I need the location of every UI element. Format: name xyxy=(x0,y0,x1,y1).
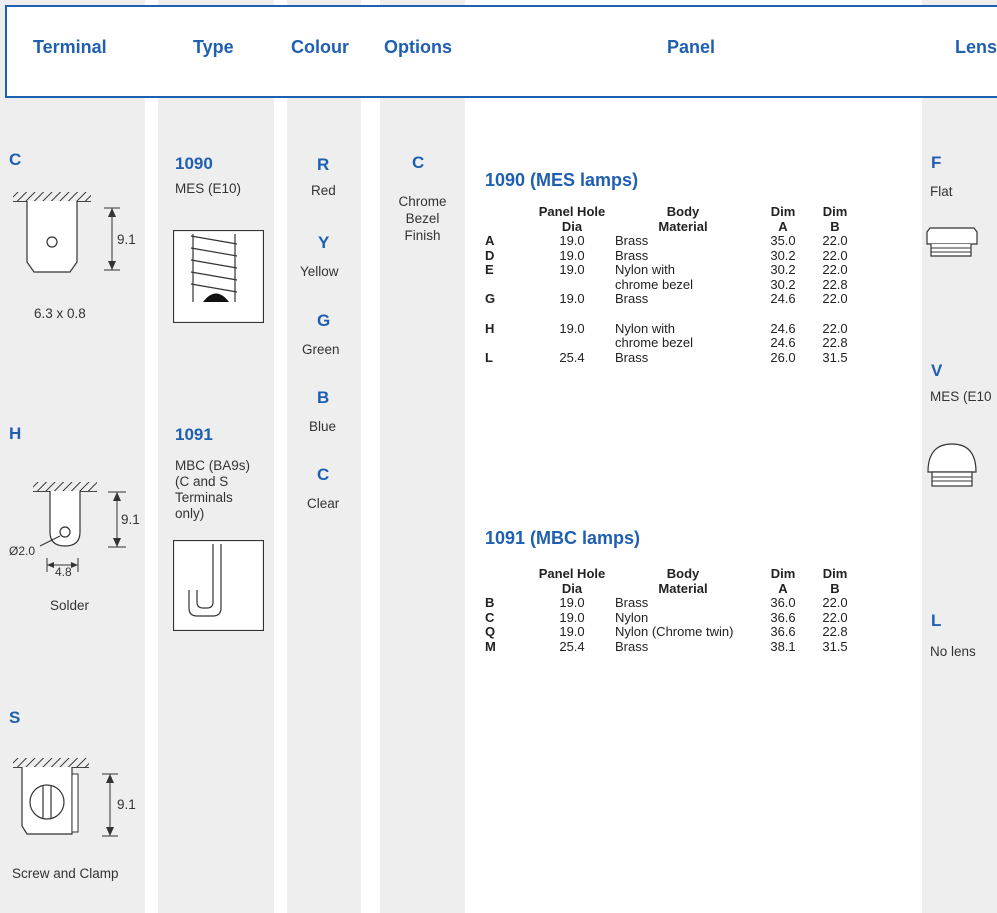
header-colour: Colour xyxy=(291,37,349,57)
table-row: G 19.0 Brass 24.6 22.0 xyxy=(485,291,848,306)
colour-c-name: Clear xyxy=(307,496,340,511)
hdr-hole-2: Dia xyxy=(561,219,583,234)
lens-f-code: F xyxy=(931,153,942,172)
colour-b-name: Blue xyxy=(309,419,337,434)
terminal-c-dim: 9.1 xyxy=(117,232,136,247)
table-row: E 19.0 Nylon with 30.2 22.0 xyxy=(485,262,848,277)
terminal-s-caption: Screw and Clamp xyxy=(12,866,119,881)
hdr-body-1: Body xyxy=(666,204,700,219)
type-column-bg xyxy=(158,0,274,913)
header-terminal: Terminal xyxy=(33,37,107,57)
lamp-mbc-diagram xyxy=(173,540,264,631)
colour-r-code: R xyxy=(317,155,330,174)
hdr-dimb-2: B xyxy=(830,219,840,234)
colour-g-name: Green xyxy=(302,342,340,357)
terminal-h-code: H xyxy=(9,424,22,443)
lens-flat-icon xyxy=(926,227,978,257)
colour-b-code: B xyxy=(317,388,330,407)
type-1090-desc: MES (E10) xyxy=(175,181,242,196)
type-1091-desc-1: MBC (BA9s) xyxy=(175,458,251,473)
terminal-s-dim: 9.1 xyxy=(117,797,136,812)
type-1091-code: 1091 xyxy=(175,425,213,444)
colour-g-code: G xyxy=(317,311,331,330)
panel-mbc-header-row: Panel Hole Body Dim Dim xyxy=(538,566,848,581)
header-type: Type xyxy=(193,37,234,57)
panel-mbc-title: 1091 (MBC lamps) xyxy=(485,528,641,548)
hdr-dimb-1: Dim xyxy=(822,204,848,219)
type-1091-desc-4: only) xyxy=(175,506,205,521)
lens-l-code: L xyxy=(931,611,942,630)
lens-dome-icon xyxy=(927,443,977,487)
terminal-s-code: S xyxy=(9,708,21,727)
panel-mes-header-row: Panel Hole Body Dim Dim xyxy=(485,204,855,219)
colour-c-code: C xyxy=(317,465,330,484)
lens-v-name: MES (E10 xyxy=(930,389,992,404)
type-1090-code: 1090 xyxy=(175,154,213,173)
colour-column-bg xyxy=(287,0,361,913)
lens-f-name: Flat xyxy=(930,184,953,199)
hdr-body-2: Material xyxy=(658,219,708,234)
table-row: chrome bezel 30.2 22.8 xyxy=(615,276,848,292)
colour-y-code: Y xyxy=(318,233,330,252)
header-options: Options xyxy=(384,37,452,57)
panel-mbc-header-row-2: Dia Material A B xyxy=(561,581,840,596)
table-row: M 25.4 Brass 38.1 31.5 xyxy=(485,638,848,654)
header-lens: Lens xyxy=(955,37,997,57)
panel-mbc-table: Panel Hole Body Dim Dim Dia Material A B… xyxy=(485,566,855,654)
terminal-h-dim: 9.1 xyxy=(121,512,140,527)
terminal-h-diagram xyxy=(39,491,126,572)
options-column-bg xyxy=(380,0,465,913)
options-line-3: Finish xyxy=(404,228,441,243)
table-row: B 19.0 Brass 36.0 22.0 xyxy=(485,595,848,610)
terminal-h-width: 4.8 xyxy=(55,565,72,579)
panel-mes-title: 1090 (MES lamps) xyxy=(485,170,639,190)
lens-v-code: V xyxy=(931,361,943,380)
lens-l-name: No lens xyxy=(930,644,976,659)
lamp-mes-diagram xyxy=(173,230,264,323)
terminal-h-caption: Solder xyxy=(50,598,90,613)
terminal-h-dia: Ø2.0 xyxy=(9,544,36,558)
table-row: Q 19.0 Nylon (Chrome twin) 36.6 22.8 xyxy=(485,624,848,639)
spacer-row xyxy=(485,307,855,322)
header-panel: Panel xyxy=(667,37,716,57)
options-code: C xyxy=(412,153,425,172)
hdr-dima-1: Dim xyxy=(770,204,796,219)
terminal-c-code: C xyxy=(9,150,22,169)
header-band xyxy=(5,5,997,98)
type-1091-desc-2: (C and S xyxy=(175,474,229,489)
colour-r-name: Red xyxy=(311,183,336,198)
panel-mes-table: Panel Hole Body Dim Dim Dia Material A B… xyxy=(485,204,855,365)
hdr-hole-1: Panel Hole xyxy=(538,204,606,219)
table-row: D 19.0 Brass 30.2 22.0 xyxy=(485,247,848,263)
table-row: chrome bezel 24.6 22.8 xyxy=(615,335,848,350)
type-1091-desc-3: Terminals xyxy=(175,490,233,505)
options-line-1: Chrome xyxy=(398,194,447,209)
panel-mes-header-row-2: Dia Material A B xyxy=(485,219,855,234)
table-row: A 19.0 Brass 35.0 22.0 xyxy=(485,233,848,248)
table-row: H 19.0 Nylon with 24.6 22.0 xyxy=(485,320,848,336)
colour-y-name: Yellow xyxy=(300,264,339,279)
hdr-dima-2: A xyxy=(778,219,788,234)
terminal-c-caption: 6.3 x 0.8 xyxy=(34,306,86,321)
options-line-2: Bezel xyxy=(405,211,440,226)
table-row: L 25.4 Brass 26.0 31.5 xyxy=(485,349,848,365)
table-row: C 19.0 Nylon 36.6 22.0 xyxy=(485,609,848,625)
